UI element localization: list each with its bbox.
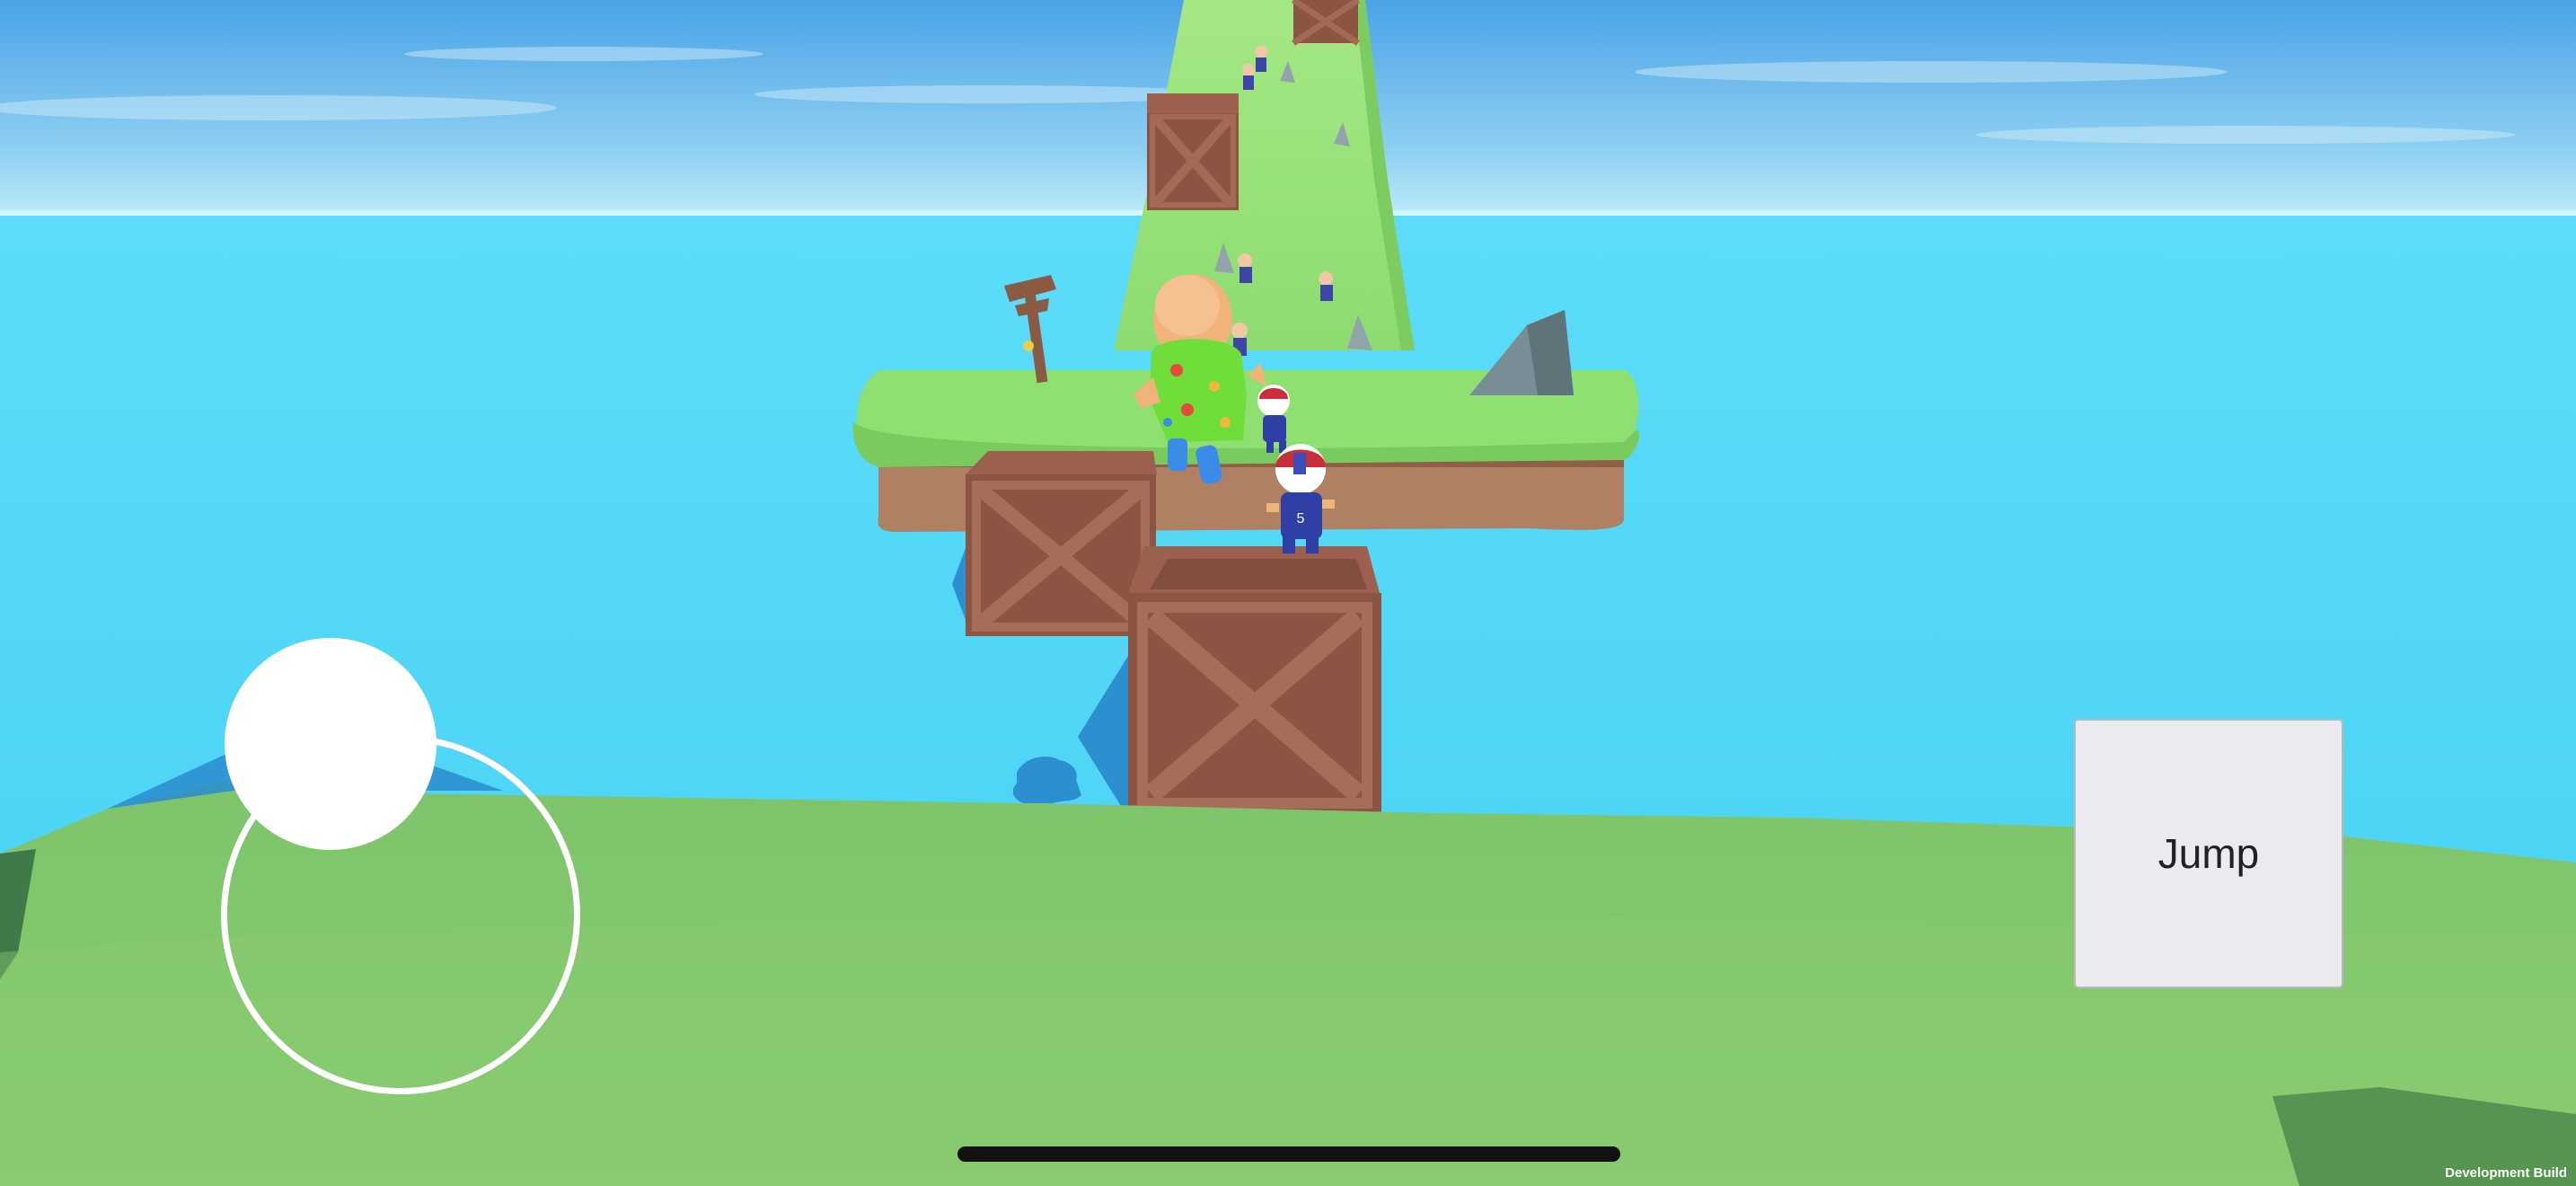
- development-build-label: Development Build: [2445, 1165, 2567, 1181]
- jump-button-label: Jump: [2157, 830, 2260, 877]
- home-indicator[interactable]: [957, 1146, 1620, 1162]
- svg-text:5: 5: [1297, 511, 1305, 527]
- game-screen: 5 Jump Development Build: [0, 0, 2576, 1186]
- joystick-knob[interactable]: [225, 638, 437, 850]
- crate-left: [952, 451, 1157, 636]
- jump-button[interactable]: Jump: [2074, 719, 2343, 988]
